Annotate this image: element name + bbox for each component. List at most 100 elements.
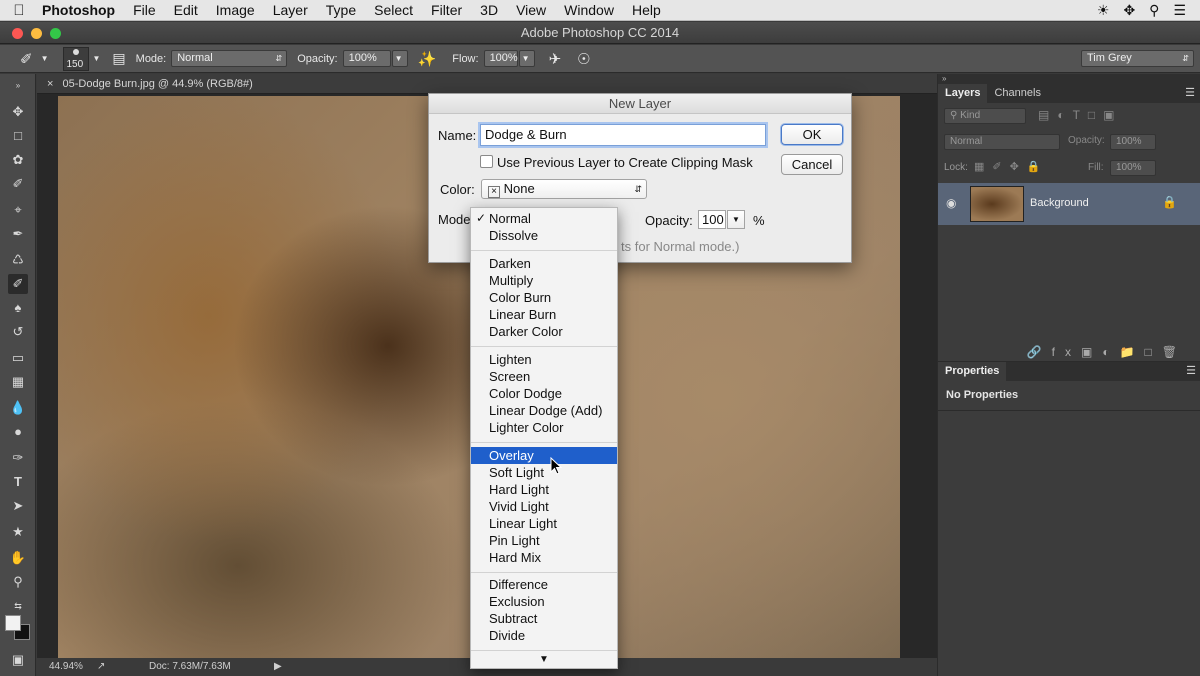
menu-item-hard-light[interactable]: Hard Light (471, 481, 617, 498)
color-select[interactable]: × None ⇵ (481, 179, 647, 199)
clone-stamp-tool-icon[interactable]: ♠ (8, 298, 28, 318)
tab-properties[interactable]: Properties (938, 362, 1007, 381)
close-window-icon[interactable] (12, 28, 23, 39)
ok-button[interactable]: OK (781, 124, 843, 145)
hand-tool-icon[interactable]: ✋ (8, 548, 28, 568)
opacity-field[interactable]: 100% (342, 50, 391, 67)
flow-field[interactable]: 100% (483, 50, 518, 67)
menu-view[interactable]: View (507, 0, 555, 21)
brush-dropdown-icon[interactable]: ▼ (93, 54, 101, 63)
menu-item-vivid-light[interactable]: Vivid Light (471, 498, 617, 515)
opacity-slider-dropdown[interactable]: ▼ (727, 210, 745, 229)
eyedropper-tool-icon[interactable]: ✒ (8, 224, 28, 244)
menu-edit[interactable]: Edit (165, 0, 207, 21)
menu-item-difference[interactable]: Difference (471, 576, 617, 593)
menu-image[interactable]: Image (207, 0, 264, 21)
move-tool-icon[interactable]: ✥ (8, 102, 28, 122)
menu-item-lighter-color[interactable]: Lighter Color (471, 419, 617, 436)
opacity-dropdown[interactable]: ▼ (391, 50, 408, 67)
mode-select[interactable]: Normal ⇵ (171, 50, 288, 67)
pen-tool-icon[interactable]: ✑ (8, 448, 28, 468)
brush-size-picker[interactable]: 150 (62, 46, 89, 71)
menu-type[interactable]: Type (317, 0, 365, 21)
menu-item-divide[interactable]: Divide (471, 627, 617, 644)
eraser-tool-icon[interactable]: ▭ (8, 348, 28, 368)
zoom-level[interactable]: 44.94% (49, 658, 83, 676)
tab-layers[interactable]: Layers (938, 84, 988, 103)
menu-help[interactable]: Help (623, 0, 670, 21)
healing-brush-tool-icon[interactable]: ♺ (8, 250, 28, 270)
brightness-icon[interactable]: ☀ (1097, 2, 1110, 19)
lock-icons[interactable]: ▦✐✥🔒 (974, 160, 1049, 173)
brush-tool-preset-icon[interactable]: ✐ (20, 50, 33, 68)
menu-item-darken[interactable]: Darken (471, 255, 617, 272)
preset-dropdown-icon[interactable]: ▼ (41, 54, 49, 63)
shape-tool-icon[interactable]: ★ (8, 522, 28, 542)
fx-icon[interactable]: fx (1052, 345, 1081, 359)
menu-file[interactable]: File (124, 0, 165, 21)
type-tool-icon[interactable]: T (8, 472, 28, 492)
layer-filter-kind[interactable]: ⚲ Kind (944, 108, 1026, 124)
menu-select[interactable]: Select (365, 0, 422, 21)
notification-list-icon[interactable]: ☰ (1173, 2, 1186, 19)
new-layer-icon[interactable]: □ (1145, 345, 1162, 359)
share-icon[interactable]: ↗ (97, 658, 105, 676)
menu-item-soft-light[interactable]: Soft Light (471, 464, 617, 481)
document-tab[interactable]: × 05-Dodge Burn.jpg @ 44.9% (RGB/8#) (37, 74, 937, 94)
marquee-tool-icon[interactable]: □ (8, 126, 28, 146)
layer-name-input[interactable]: Dodge & Burn (480, 124, 766, 146)
zoom-tool-icon[interactable]: ⚲ (8, 572, 28, 592)
path-selection-tool-icon[interactable]: ➤ (8, 496, 28, 516)
menu-item-dissolve[interactable]: Dissolve (471, 227, 617, 244)
adjustment-layer-icon[interactable]: ◐ (1102, 345, 1119, 359)
eye-visibility-icon[interactable]: ◉ (946, 196, 956, 210)
menu-item-darker-color[interactable]: Darker Color (471, 323, 617, 340)
dodge-tool-icon[interactable]: ● (8, 422, 28, 442)
properties-menu-icon[interactable]: ☰ (1186, 362, 1200, 381)
delete-layer-icon[interactable]: 🗑 (1162, 345, 1187, 359)
blur-tool-icon[interactable]: 💧 (8, 398, 28, 418)
menu-item-normal[interactable]: Normal (471, 210, 617, 227)
gradient-tool-icon[interactable]: ▦ (8, 372, 28, 392)
pressure-opacity-icon[interactable]: ✨ (418, 50, 437, 68)
spotlight-search-icon[interactable]: ⚲ (1149, 2, 1159, 19)
menu-item-linear-dodge[interactable]: Linear Dodge (Add) (471, 402, 617, 419)
menu-window[interactable]: Window (555, 0, 623, 21)
layer-row-background[interactable]: ◉ Background 🔒 (938, 183, 1200, 225)
close-document-icon[interactable]: × (47, 78, 53, 90)
menu-item-color-dodge[interactable]: Color Dodge (471, 385, 617, 402)
menu-item-linear-burn[interactable]: Linear Burn (471, 306, 617, 323)
airbrush-icon[interactable]: ✈ (549, 50, 562, 68)
menu-item-subtract[interactable]: Subtract (471, 610, 617, 627)
layer-filter-icons[interactable]: ▤◐T□▣ (1038, 108, 1123, 122)
panel-menu-icon[interactable]: ☰ (1185, 84, 1200, 103)
cancel-button[interactable]: Cancel (781, 154, 843, 175)
panel-collapse-bar[interactable]: » (938, 74, 1200, 84)
new-group-icon[interactable]: 📁 (1120, 345, 1145, 359)
flow-dropdown[interactable]: ▼ (518, 50, 535, 67)
menu-item-exclusion[interactable]: Exclusion (471, 593, 617, 610)
swap-colors-icon[interactable]: ⇆ (8, 596, 28, 616)
menu-item-overlay[interactable]: Overlay (471, 447, 617, 464)
network-icon[interactable]: ✥ (1123, 2, 1135, 19)
menu-item-linear-light[interactable]: Linear Light (471, 515, 617, 532)
collapse-panel-icon[interactable]: » (8, 76, 28, 96)
layer-fill-field[interactable]: 100% (1110, 160, 1156, 176)
opacity-input[interactable]: 100 (698, 210, 726, 229)
pressure-size-icon[interactable]: ☉ (577, 50, 590, 68)
brush-panel-icon[interactable]: ▤ (112, 50, 125, 67)
add-mask-icon[interactable]: ▣ (1081, 345, 1102, 359)
menu-item-hard-mix[interactable]: Hard Mix (471, 549, 617, 566)
menu-3d[interactable]: 3D (471, 0, 507, 21)
tab-channels[interactable]: Channels (987, 84, 1047, 103)
foreground-color-swatch[interactable] (5, 615, 21, 631)
apple-menu-icon[interactable]:  (0, 2, 38, 19)
lasso-tool-icon[interactable]: ✿ (8, 150, 28, 170)
menu-item-pin-light[interactable]: Pin Light (471, 532, 617, 549)
menu-filter[interactable]: Filter (422, 0, 471, 21)
link-layers-icon[interactable]: 🔗 (1027, 345, 1052, 359)
crop-tool-icon[interactable]: ⌖ (8, 200, 28, 220)
scroll-down-arrow-icon[interactable]: ▼ (471, 654, 617, 665)
clipping-mask-checkbox[interactable] (480, 155, 493, 168)
minimize-window-icon[interactable] (31, 28, 42, 39)
